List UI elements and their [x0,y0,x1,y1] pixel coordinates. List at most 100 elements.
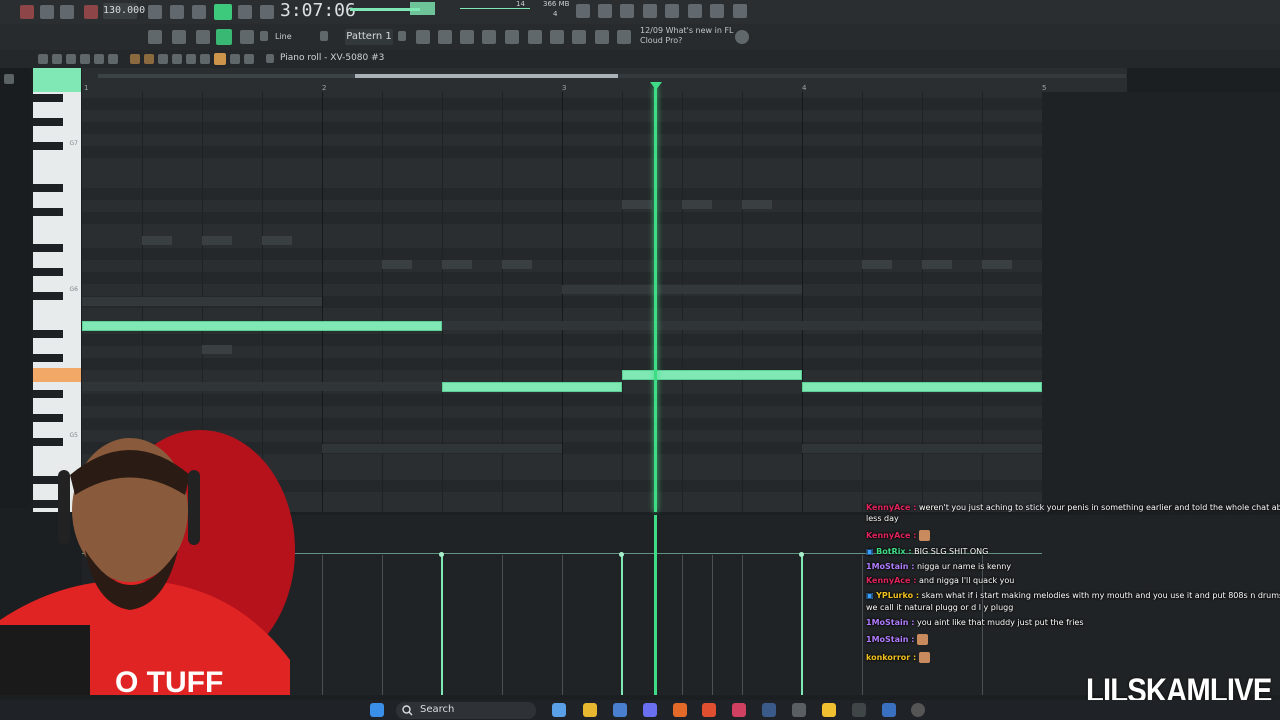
playlist-icon[interactable] [416,30,430,44]
store-app-icon[interactable] [613,703,627,717]
magnify-icon[interactable] [230,54,240,64]
piano-roll-title[interactable]: Piano roll - XV-5080 #3 [280,53,384,63]
browser-icon[interactable] [665,4,679,18]
velocity-handle[interactable] [439,552,444,557]
stamp-icon[interactable] [240,30,254,44]
draw-icon[interactable] [66,54,76,64]
zoom-icon[interactable] [158,54,168,64]
black-key[interactable] [33,414,63,422]
blend-icon[interactable] [260,5,274,19]
app-icon[interactable] [792,703,806,717]
media-player-icon[interactable] [911,703,925,717]
magnet-snap-icon[interactable] [52,54,62,64]
channel-rack-icon[interactable] [460,30,474,44]
notepad-icon[interactable] [882,703,896,717]
scroll-track-right[interactable] [618,74,1126,78]
windows-start-icon[interactable] [370,703,384,717]
zoom-tool-icon[interactable] [214,53,226,65]
select-icon[interactable] [144,54,154,64]
countdown-icon[interactable] [192,5,206,19]
add-pattern-icon[interactable] [398,31,406,41]
mute-icon[interactable] [108,54,118,64]
scroll-right-icon[interactable] [200,54,210,64]
plugin-database-icon[interactable] [688,4,702,18]
scroll-left-icon[interactable] [186,54,196,64]
folder-icon[interactable] [4,74,14,84]
black-key[interactable] [33,184,63,192]
record-button-icon[interactable] [84,5,98,19]
chat-icon[interactable] [710,4,724,18]
paint-icon[interactable] [80,54,90,64]
velocity-bar[interactable] [621,555,623,695]
note-b5-2[interactable] [802,382,1042,392]
note-c6[interactable] [622,370,802,380]
step-edit-icon[interactable] [214,4,232,20]
brave-icon[interactable] [702,703,716,717]
delete-icon[interactable] [94,54,104,64]
play-icon[interactable] [40,5,54,19]
arrow-right-icon[interactable] [172,30,186,44]
piano-roll-icon[interactable] [438,30,452,44]
pencil-icon[interactable] [196,30,210,44]
black-key[interactable] [33,118,63,126]
microphone-icon[interactable] [620,4,634,18]
video-app-icon[interactable] [852,703,866,717]
black-key[interactable] [33,354,63,362]
grid-empty-area[interactable] [1042,92,1280,512]
channel-color-tab[interactable] [33,68,81,92]
black-key[interactable] [33,292,63,300]
black-key[interactable] [33,94,63,102]
browser-view-icon[interactable] [528,30,542,44]
export-icon[interactable] [733,4,747,18]
metronome-icon[interactable] [148,5,162,19]
pattern-selector[interactable]: Pattern 1 [345,29,393,45]
master-pitch-line[interactable] [460,8,530,9]
fl-studio-icon[interactable] [673,703,687,717]
undo-history-icon[interactable] [576,4,590,18]
channel-settings-icon[interactable] [505,30,519,44]
mixer-icon[interactable] [598,4,612,18]
copilot-icon[interactable] [552,703,566,717]
news-ticker[interactable]: 12/09 What's new in FL Cloud Pro? [640,26,734,46]
obs-icon[interactable] [732,703,746,717]
speaker-icon[interactable] [244,54,254,64]
mixer-view-icon[interactable] [482,30,496,44]
stop-icon[interactable] [60,5,74,19]
store-icon[interactable] [617,30,631,44]
wait-icon[interactable] [170,5,184,19]
note-e6[interactable] [82,321,442,331]
piano-roll-options-icon[interactable] [38,54,48,64]
playback-icon[interactable] [172,54,182,64]
help-icon[interactable] [643,4,657,18]
velocity-handle[interactable] [799,552,804,557]
snap-selector[interactable]: Line [275,32,292,41]
discord-icon[interactable] [643,703,657,717]
black-key[interactable] [33,244,63,252]
piano-keyboard-icon[interactable] [148,30,162,44]
black-key[interactable] [33,330,63,338]
file-explorer-icon[interactable] [583,703,597,717]
black-key[interactable] [33,268,63,276]
taskbar-search[interactable]: Search [396,702,536,719]
touch-keyboard-icon[interactable] [572,30,586,44]
magnet-icon[interactable] [260,31,268,41]
timeline-ruler[interactable] [82,68,1127,92]
velocity-handle[interactable] [619,552,624,557]
plugin-picker-icon[interactable] [550,30,564,44]
record-icon[interactable] [20,5,34,19]
paint-brush-icon[interactable] [216,29,232,45]
slice-icon[interactable] [130,54,140,64]
loop-record-icon[interactable] [238,5,252,19]
velocity-bar[interactable] [801,555,803,695]
channel-arrow-icon[interactable] [266,54,274,63]
black-key[interactable] [33,390,63,398]
globe-icon[interactable] [735,30,749,44]
tempo-display[interactable]: 130.000 [103,3,145,19]
app-icon-2[interactable] [822,703,836,717]
note-b5[interactable] [442,382,622,392]
velocity-bar[interactable] [441,555,443,695]
send-icon[interactable] [595,30,609,44]
steam-icon[interactable] [762,703,776,717]
black-key[interactable] [33,142,63,150]
black-key[interactable] [33,208,63,216]
